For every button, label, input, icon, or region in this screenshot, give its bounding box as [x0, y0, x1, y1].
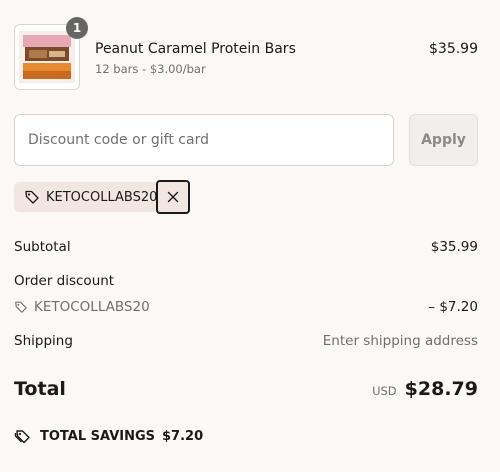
subtotal-label: Subtotal	[14, 239, 71, 255]
quantity-badge: 1	[66, 17, 88, 39]
product-price: $35.99	[429, 41, 478, 57]
total-amount-group: USD $28.79	[372, 378, 478, 400]
remove-discount-button[interactable]	[156, 180, 190, 214]
savings-tag-icon	[14, 428, 32, 444]
apply-button[interactable]: Apply	[409, 114, 478, 166]
discount-code-input[interactable]	[14, 114, 394, 166]
tag-icon	[14, 300, 28, 314]
total-label: Total	[14, 378, 66, 400]
total-amount: $28.79	[404, 378, 478, 400]
discount-code-row: KETOCOLLABS20	[14, 299, 150, 315]
order-discount-label: Order discount	[14, 273, 115, 289]
total-savings-label: TOTAL SAVINGS	[40, 428, 156, 444]
currency-code: USD	[372, 384, 397, 398]
shipping-label: Shipping	[14, 333, 73, 349]
tag-icon	[24, 189, 40, 205]
total-savings-value: $7.20	[162, 428, 204, 444]
product-variant: 12 bars - $3.00/bar	[95, 62, 206, 76]
product-name: Peanut Caramel Protein Bars	[95, 41, 296, 57]
total-savings-row: TOTAL SAVINGS $7.20	[14, 428, 203, 444]
subtotal-value: $35.99	[430, 239, 478, 255]
close-icon	[167, 191, 179, 203]
discount-value: – $7.20	[428, 299, 478, 315]
shipping-value: Enter shipping address	[322, 333, 478, 349]
discount-code-label: KETOCOLLABS20	[34, 299, 150, 315]
applied-code-label: KETOCOLLABS20	[46, 189, 158, 205]
